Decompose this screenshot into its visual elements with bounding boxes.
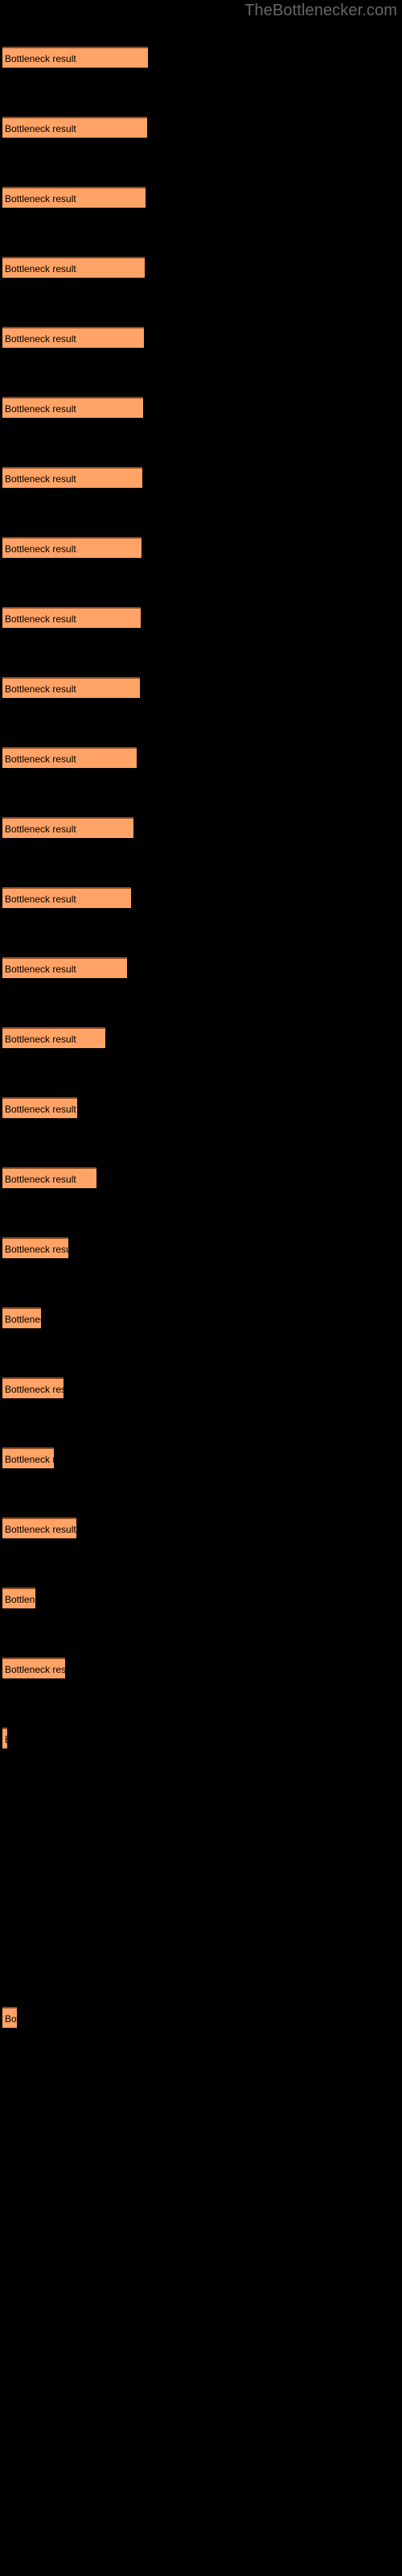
bar-label: Bottleneck result bbox=[5, 543, 76, 555]
bar-row: Bottleneck result bbox=[2, 187, 146, 208]
bar[interactable]: Bottleneck result bbox=[2, 1517, 76, 1538]
bar[interactable]: Bottleneck result bbox=[2, 257, 145, 278]
bar-label: Bottleneck result bbox=[5, 1314, 41, 1325]
bar-label: Bottleneck result bbox=[5, 1384, 64, 1395]
bar-label: Bottleneck result bbox=[5, 123, 76, 134]
bar-row: Bottleneck result bbox=[2, 1728, 7, 1748]
bar[interactable]: Bottleneck result bbox=[2, 957, 127, 978]
bar-label: Bottleneck result bbox=[5, 1034, 76, 1045]
bar-row: Bottleneck result bbox=[2, 1447, 54, 1468]
bar-label: Bottleneck result bbox=[5, 1454, 54, 1465]
bar-label: Bottleneck result bbox=[5, 473, 76, 485]
bar[interactable]: Bottleneck result bbox=[2, 817, 133, 838]
bar-label: Bottleneck result bbox=[5, 1174, 76, 1185]
bar-row: Bottleneck result bbox=[2, 887, 131, 908]
bar-row: Bottleneck result bbox=[2, 467, 142, 488]
bar-row: Bottleneck result bbox=[2, 1237, 68, 1258]
bar[interactable]: Bottleneck result bbox=[2, 1097, 77, 1118]
bar[interactable]: Bottleneck result bbox=[2, 117, 147, 138]
bar[interactable]: Bottleneck result bbox=[2, 1237, 68, 1258]
bar-row: Bottleneck result bbox=[2, 747, 137, 768]
bar-row: Bottleneck result bbox=[2, 257, 145, 278]
bar-row: Bottleneck result bbox=[2, 1027, 105, 1048]
bar-row: Bottleneck result bbox=[2, 1307, 41, 1328]
bar-row: Bottleneck result bbox=[2, 327, 144, 348]
bar-row: Bottleneck result bbox=[2, 397, 143, 418]
bar-row: Bottleneck result bbox=[2, 957, 127, 978]
bar-label: Bottleneck result bbox=[5, 2013, 17, 2025]
bar[interactable]: Bottleneck result bbox=[2, 747, 137, 768]
bar-label: Bottleneck result bbox=[5, 1524, 76, 1535]
bar-row: Bottleneck result bbox=[2, 537, 142, 558]
bar-label: Bottleneck result bbox=[5, 53, 76, 64]
bar[interactable]: Bottleneck result bbox=[2, 1447, 54, 1468]
bar-label: Bottleneck result bbox=[5, 964, 76, 975]
bar-label: Bottleneck result bbox=[5, 894, 76, 905]
bar[interactable]: Bottleneck result bbox=[2, 1377, 64, 1398]
bar[interactable]: Bottleneck result bbox=[2, 467, 142, 488]
bar[interactable]: Bottleneck result bbox=[2, 327, 144, 348]
bar-row: Bottleneck result bbox=[2, 1377, 64, 1398]
bar-label: Bottleneck result bbox=[5, 1244, 68, 1255]
bar[interactable]: Bottleneck result bbox=[2, 1728, 7, 1748]
bar-label: Bottleneck result bbox=[5, 333, 76, 345]
bottleneck-bar-chart: TheBottlenecker.com Bottleneck result Bot… bbox=[0, 0, 402, 2576]
bar-label: Bottleneck result bbox=[5, 193, 76, 204]
bar-label: Bottleneck result bbox=[5, 1104, 76, 1115]
bar-row: Bottleneck result bbox=[2, 1657, 65, 1678]
bar-label: Bottleneck result bbox=[5, 1664, 65, 1675]
bar-label: Bottleneck result bbox=[5, 613, 76, 625]
bar[interactable]: Bottleneck result bbox=[2, 537, 142, 558]
bar-label: Bottleneck result bbox=[5, 263, 76, 275]
bar[interactable]: Bottleneck result bbox=[2, 1587, 35, 1608]
bar-label: Bottleneck result bbox=[5, 753, 76, 765]
bar[interactable]: Bottleneck result bbox=[2, 47, 148, 68]
bar[interactable]: Bottleneck result bbox=[2, 2007, 17, 2028]
bar-row: Bottleneck result bbox=[2, 607, 141, 628]
bar[interactable]: Bottleneck result bbox=[2, 187, 146, 208]
bar-row: Bottleneck result bbox=[2, 1167, 96, 1188]
bar[interactable]: Bottleneck result bbox=[2, 677, 140, 698]
bar-label: Bottleneck result bbox=[5, 1594, 35, 1605]
bar-row: Bottleneck result bbox=[2, 817, 133, 838]
bar-label: Bottleneck result bbox=[5, 683, 76, 695]
bar-row: Bottleneck result bbox=[2, 1517, 76, 1538]
bar-label: Bottleneck result bbox=[5, 824, 76, 835]
bar-row: Bottleneck result bbox=[2, 677, 140, 698]
bar-label: Bottleneck result bbox=[5, 403, 76, 415]
bar[interactable]: Bottleneck result bbox=[2, 1657, 65, 1678]
bar-row: Bottleneck result bbox=[2, 1587, 35, 1608]
bar[interactable]: Bottleneck result bbox=[2, 887, 131, 908]
bar-row: Bottleneck result bbox=[2, 1097, 77, 1118]
bar[interactable]: Bottleneck result bbox=[2, 1307, 41, 1328]
bar-row: Bottleneck result bbox=[2, 2007, 17, 2028]
bar-row: Bottleneck result bbox=[2, 47, 148, 68]
bar[interactable]: Bottleneck result bbox=[2, 1027, 105, 1048]
bar[interactable]: Bottleneck result bbox=[2, 607, 141, 628]
bar-row: Bottleneck result bbox=[2, 117, 147, 138]
bar[interactable]: Bottleneck result bbox=[2, 1167, 96, 1188]
bars-layer: Bottleneck result Bottleneck result Bottle… bbox=[0, 0, 402, 2576]
bar-label: Bottleneck result bbox=[5, 1732, 7, 1747]
bar[interactable]: Bottleneck result bbox=[2, 397, 143, 418]
